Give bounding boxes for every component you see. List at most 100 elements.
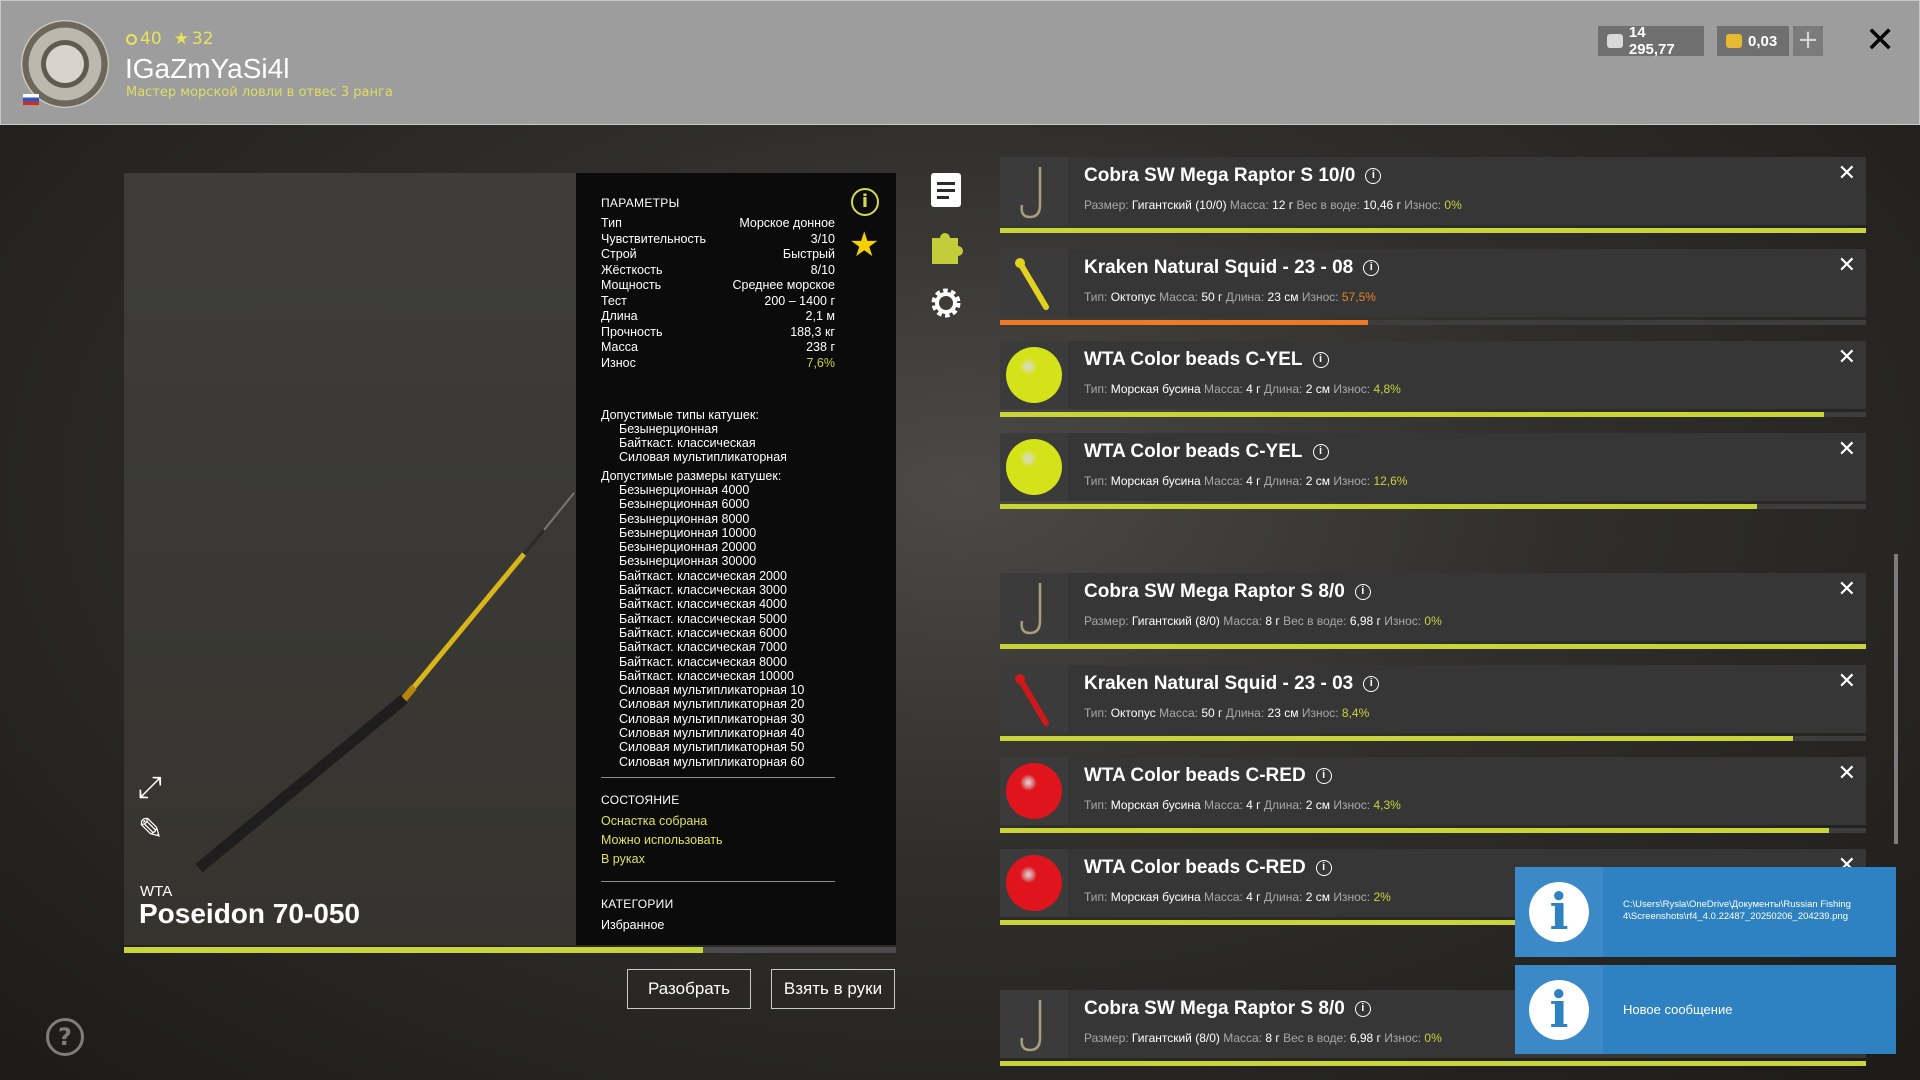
meta-label: Длина: [1263, 382, 1303, 396]
silver-coin-icon [1607, 34, 1623, 48]
tackle-wear-fill [1000, 644, 1866, 649]
expand-icon[interactable]: ⤢ [138, 770, 162, 805]
info-icon[interactable]: i [851, 188, 879, 216]
edit-icon[interactable]: ✎ [138, 812, 163, 847]
tackle-name: WTA Color beads C-YEL [1084, 349, 1303, 370]
wear-value: 4,3% [1373, 798, 1401, 812]
tackle-wear-fill [1000, 1061, 1866, 1066]
meta-label: Масса: [1159, 290, 1198, 304]
screenshot-path: C:\Users\Rysla\OneDrive\Документы\Russia… [1623, 899, 1851, 923]
rod-illustration [195, 492, 575, 873]
meta-label: Длина: [1263, 798, 1303, 812]
tackle-name: Cobra SW Mega Raptor S 10/0 [1084, 165, 1356, 186]
tackle-title: Kraken Natural Squid - 23 - 03 i [1084, 673, 1380, 695]
tackle-name: Cobra SW Mega Raptor S 8/0 [1084, 998, 1345, 1019]
remove-tackle-icon[interactable]: ✕ [1838, 437, 1856, 462]
russia-flag-icon [23, 94, 39, 105]
help-icon[interactable]: ? [46, 1018, 84, 1056]
tackle-meta: Размер: Гигантский (8/0) Масса: 8 г Вес … [1084, 1031, 1442, 1045]
tackle-wear-bar [1000, 644, 1866, 649]
tackle-item[interactable]: Kraken Natural Squid - 23 - 03 i Тип: Окто… [1000, 665, 1866, 733]
tackle-info-icon[interactable]: i [1315, 768, 1332, 784]
tackle-info-icon[interactable]: i [1365, 168, 1382, 184]
state-heading: СОСТОЯНИЕ [601, 793, 680, 807]
tackle-item[interactable]: Cobra SW Mega Raptor S 8/0 i Размер: Гиган… [1000, 573, 1866, 641]
notification-icon-box: i [1515, 867, 1603, 957]
tackle-info-icon[interactable]: i [1363, 260, 1380, 276]
screenshot-notification[interactable]: i C:\Users\Rysla\OneDrive\Документы\Russ… [1515, 867, 1896, 957]
reel-size-item: Силовая мультипликаторная 50 [619, 740, 805, 755]
favorite-star-icon[interactable]: ★ [849, 228, 879, 262]
meta-value: Гигантский (10/0) [1131, 198, 1227, 212]
reel-sizes: Допустимые размеры катушек: Безынерционн… [601, 469, 804, 769]
tackle-item[interactable]: Kraken Natural Squid - 23 - 08 i Тип: Окто… [1000, 249, 1866, 317]
meta-label: Размер: [1084, 1031, 1129, 1045]
tackle-title: WTA Color beads C-YEL i [1084, 349, 1329, 371]
tackle-info-icon[interactable]: i [1315, 860, 1332, 876]
tackle-title: WTA Color beads C-YEL i [1084, 441, 1329, 463]
param-value: Морское донное [739, 216, 835, 230]
meta-value: 10,46 г [1363, 198, 1401, 212]
gold-coin-icon [1726, 34, 1742, 48]
reel-types: Допустимые типы катушек: Безынерционная Б… [601, 408, 787, 464]
meta-value: 4 г [1246, 382, 1261, 396]
gold-value: 0,03 [1748, 32, 1778, 50]
remove-tackle-icon[interactable]: ✕ [1838, 761, 1856, 786]
param-value: 7,6% [806, 355, 836, 370]
take-in-hands-button[interactable]: Взять в руки [771, 969, 895, 1009]
remove-tackle-icon[interactable]: ✕ [1838, 253, 1856, 278]
tackle-info-icon[interactable]: i [1354, 584, 1371, 600]
tackle-meta: Тип: Октопус Масса: 50 г Длина: 23 см Из… [1084, 706, 1369, 720]
params-divider [601, 777, 835, 778]
bead-icon [1006, 347, 1062, 403]
puzzle-icon[interactable] [928, 226, 964, 266]
squid-lure-icon [1015, 674, 1049, 726]
reel-sizes-heading: Допустимые размеры катушек: [601, 469, 782, 483]
tackle-item[interactable]: WTA Color beads C-YEL i Тип: Морская бусин… [1000, 341, 1866, 409]
rod-name: Poseidon 70-050 [139, 898, 360, 929]
tackle-info-icon[interactable]: i [1312, 352, 1329, 368]
meta-value: Октопус [1110, 706, 1156, 720]
document-icon[interactable] [928, 171, 964, 211]
param-row: Жёсткость 8/10 [601, 263, 835, 277]
disassemble-button[interactable]: Разобрать [627, 969, 751, 1009]
rod-preview: ⤢ ✎ WTA Poseidon 70-050 [124, 173, 576, 945]
tackle-thumbnail [1000, 157, 1068, 225]
screenshot-path-line2: 4\Screenshots\rf4_4.0.22487_20250206_204… [1623, 911, 1849, 922]
tackle-name: Kraken Natural Squid - 23 - 08 [1084, 257, 1354, 278]
reel-size-item: Силовая мультипликаторная 30 [619, 711, 805, 726]
reel-size-item: Байткаст. классическая 2000 [619, 568, 787, 583]
tackle-meta: Размер: Гигантский (10/0) Масса: 12 г Ве… [1084, 198, 1462, 212]
gear-icon[interactable] [928, 283, 964, 323]
wear-value: 0% [1424, 614, 1442, 628]
remove-tackle-icon[interactable]: ✕ [1838, 669, 1856, 694]
add-currency-button[interactable]: + [1793, 26, 1823, 56]
tackle-item[interactable]: WTA Color beads C-RED i Тип: Морская бусин… [1000, 757, 1866, 825]
tackle-name: WTA Color beads C-RED [1084, 765, 1306, 786]
tackle-info-icon[interactable]: i [1312, 444, 1329, 460]
remove-tackle-icon[interactable]: ✕ [1838, 345, 1856, 370]
meta-value: 4 г [1246, 474, 1261, 488]
tackle-item[interactable]: WTA Color beads C-YEL i Тип: Морская бусин… [1000, 433, 1866, 501]
tackle-info-icon[interactable]: i [1354, 1001, 1371, 1017]
tackle-info-icon[interactable]: i [1363, 676, 1380, 692]
param-label: Износ [601, 355, 636, 370]
gold-balance: 0,03 [1717, 26, 1789, 56]
param-row: Масса 238 г [601, 340, 835, 354]
hook-icon [1020, 583, 1042, 635]
tackle-meta: Тип: Морская бусина Масса: 4 г Длина: 2 … [1084, 890, 1391, 904]
meta-value: Морская бусина [1110, 890, 1201, 904]
tackle-wear-bar [1000, 412, 1866, 417]
meta-label: Масса: [1204, 798, 1243, 812]
meta-label: Тип: [1084, 706, 1108, 720]
param-value: 3/10 [810, 231, 835, 246]
reel-size-item: Безынерционная 4000 [619, 483, 750, 497]
tackle-item[interactable]: Cobra SW Mega Raptor S 10/0 i Размер: Гига… [1000, 157, 1866, 225]
tackle-scrollbar[interactable] [1894, 554, 1898, 844]
remove-tackle-icon[interactable]: ✕ [1838, 161, 1856, 186]
meta-value: Морская бусина [1110, 798, 1201, 812]
close-icon[interactable]: ✕ [1865, 21, 1895, 61]
new-message-notification[interactable]: i Новое сообщение [1515, 965, 1896, 1054]
remove-tackle-icon[interactable]: ✕ [1838, 577, 1856, 602]
meta-value: Морская бусина [1110, 474, 1201, 488]
